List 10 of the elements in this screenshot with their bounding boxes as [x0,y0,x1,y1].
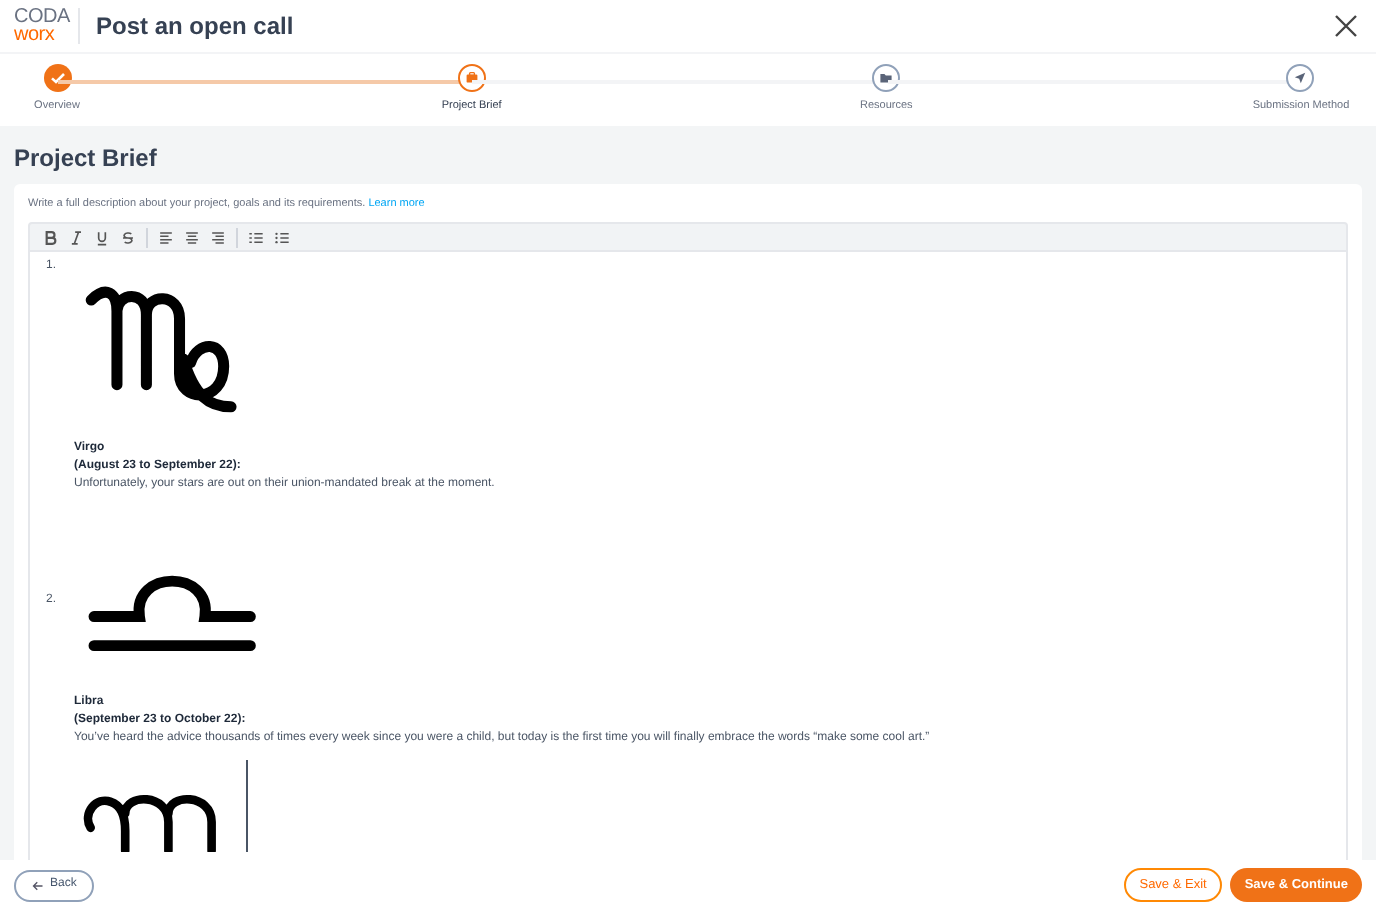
page-title: Post an open call [96,10,294,44]
text-cursor [246,760,248,852]
logo: CODA worx [14,8,70,44]
step-folder-icon[interactable] [872,64,901,92]
section-title: Project Brief [14,142,159,176]
arrow-left-icon [32,879,44,891]
step-check-icon[interactable] [43,64,71,92]
step-briefcase-icon[interactable] [457,64,486,92]
close-icon[interactable] [1334,14,1358,38]
step-send-icon[interactable] [1286,64,1315,92]
